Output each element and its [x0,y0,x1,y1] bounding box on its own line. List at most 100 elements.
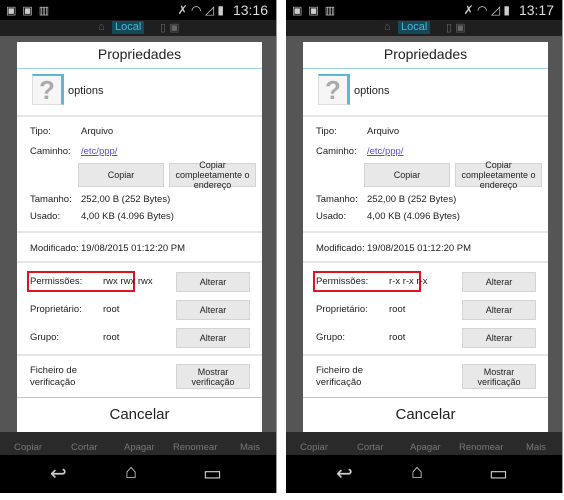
navigation-bar: ↩ ⌂ ▭ [286,455,562,493]
action-rename[interactable]: Renomear [173,442,217,453]
properties-dialog: Propriedades ? options Tipo: Arquivo Cam… [303,42,548,432]
back-icon[interactable]: ↩ [50,461,67,486]
divider [303,261,548,263]
action-rename[interactable]: Renomear [459,442,503,453]
action-copy[interactable]: Copiar [300,442,328,453]
location-tab-local[interactable]: Local [398,21,431,34]
change-group-button[interactable]: Alterar [176,328,250,348]
divider [17,261,262,263]
device-icon[interactable]: ▯ ▣ [446,21,466,34]
device-icon[interactable]: ▯ ▣ [160,21,180,34]
permissions-label: Permissões: [30,276,83,287]
location-tab-local[interactable]: Local [112,21,145,34]
recent-apps-icon[interactable]: ▭ [489,461,508,486]
change-permissions-button[interactable]: Alterar [462,272,536,292]
divider [303,397,548,398]
modified-value: 19/08/2015 01:12:20 PM [367,243,472,254]
owner-label: Proprietário: [316,304,368,315]
divider [303,68,548,69]
group-label: Grupo: [30,332,60,343]
change-owner-button[interactable]: Alterar [176,300,250,320]
size-value: 252,00 B (252 Bytes) [81,194,171,205]
navigation-bar: ↩ ⌂ ▭ [0,455,276,493]
system-icons: ✗ ◠ ◿ ▮ [463,3,510,17]
checksum-label: Ficheiro de verificação [316,365,363,388]
notification-icons: ▣▣▥ [292,5,342,17]
group-value: root [103,332,120,343]
owner-value: root [389,304,406,315]
file-name: options [354,85,390,97]
permissions-label: Permissões: [316,276,369,287]
group-value: root [389,332,406,343]
group-label: Grupo: [316,332,346,343]
size-value: 252,00 B (252 Bytes) [367,194,457,205]
modified-label: Modificado: [316,243,365,254]
divider [17,68,262,69]
permissions-value: rwx rwx rwx [103,276,153,287]
status-bar: ▣▣▥ ✗ ◠ ◿ ▮ 13:17 [286,0,562,20]
divider [17,231,262,233]
copy-button[interactable]: Copiar [364,163,450,187]
modified-label: Modificado: [30,243,79,254]
used-label: Usado: [30,211,61,222]
action-delete[interactable]: Apagar [410,442,441,453]
show-checksum-button[interactable]: Mostrar verificação [176,364,250,389]
clock: 13:17 [518,2,554,18]
type-label: Tipo: [316,126,337,137]
copy-full-path-button[interactable]: Copiar compleetamente o endereço [455,160,542,190]
path-label: Caminho: [30,146,71,157]
action-cut[interactable]: Cortar [71,442,97,453]
divider [303,231,548,233]
screen-before: ▣▣▥ ✗ ◠ ◿ ▮ 13:16 ⌂ Local ▯ ▣ Propriedad… [0,0,277,493]
divider [303,354,548,356]
dialog-title: Propriedades [383,46,468,62]
dialog-title: Propriedades [97,46,182,62]
modified-value: 19/08/2015 01:12:20 PM [81,243,186,254]
type-label: Tipo: [30,126,51,137]
divider [17,397,262,398]
cancel-button[interactable]: Cancelar [17,406,262,423]
used-value: 4,00 KB (4.096 Bytes) [81,211,174,222]
path-link[interactable]: /etc/ppp/ [81,146,117,157]
system-icons: ✗ ◠ ◿ ▮ [177,3,224,17]
action-copy[interactable]: Copiar [14,442,42,453]
path-link[interactable]: /etc/ppp/ [367,146,403,157]
show-checksum-button[interactable]: Mostrar verificação [462,364,536,389]
action-delete[interactable]: Apagar [124,442,155,453]
question-file-icon: ? [32,74,64,105]
checksum-label: Ficheiro de verificação [30,365,77,388]
type-value: Arquivo [367,126,400,137]
change-owner-button[interactable]: Alterar [462,300,536,320]
action-more[interactable]: Mais [526,442,546,453]
permissions-value: r-x r-x r-x [389,276,428,287]
action-cut[interactable]: Cortar [357,442,383,453]
type-value: Arquivo [81,126,114,137]
used-label: Usado: [316,211,347,222]
used-value: 4,00 KB (4.096 Bytes) [367,211,460,222]
divider [17,115,262,117]
file-name: options [68,85,104,97]
size-label: Tamanho: [30,194,72,205]
divider [17,354,262,356]
clock: 13:16 [232,2,268,18]
home-nav-icon[interactable]: ⌂ [125,461,137,484]
home-nav-icon[interactable]: ⌂ [411,461,423,484]
back-icon[interactable]: ↩ [336,461,353,486]
action-more[interactable]: Mais [240,442,260,453]
home-icon[interactable]: ⌂ [98,21,105,33]
divider [303,115,548,117]
status-bar: ▣▣▥ ✗ ◠ ◿ ▮ 13:16 [0,0,276,20]
owner-label: Proprietário: [30,304,82,315]
change-group-button[interactable]: Alterar [462,328,536,348]
notification-icons: ▣▣▥ [6,5,56,17]
copy-full-path-button[interactable]: Copiar compleetamente o endereço [169,160,256,190]
owner-value: root [103,304,120,315]
recent-apps-icon[interactable]: ▭ [203,461,222,486]
properties-dialog: Propriedades ? options Tipo: Arquivo Cam… [17,42,262,432]
screen-after: ▣▣▥ ✗ ◠ ◿ ▮ 13:17 ⌂ Local ▯ ▣ Propriedad… [286,0,563,493]
home-icon[interactable]: ⌂ [384,21,391,33]
change-permissions-button[interactable]: Alterar [176,272,250,292]
size-label: Tamanho: [316,194,358,205]
cancel-button[interactable]: Cancelar [303,406,548,423]
copy-button[interactable]: Copiar [78,163,164,187]
